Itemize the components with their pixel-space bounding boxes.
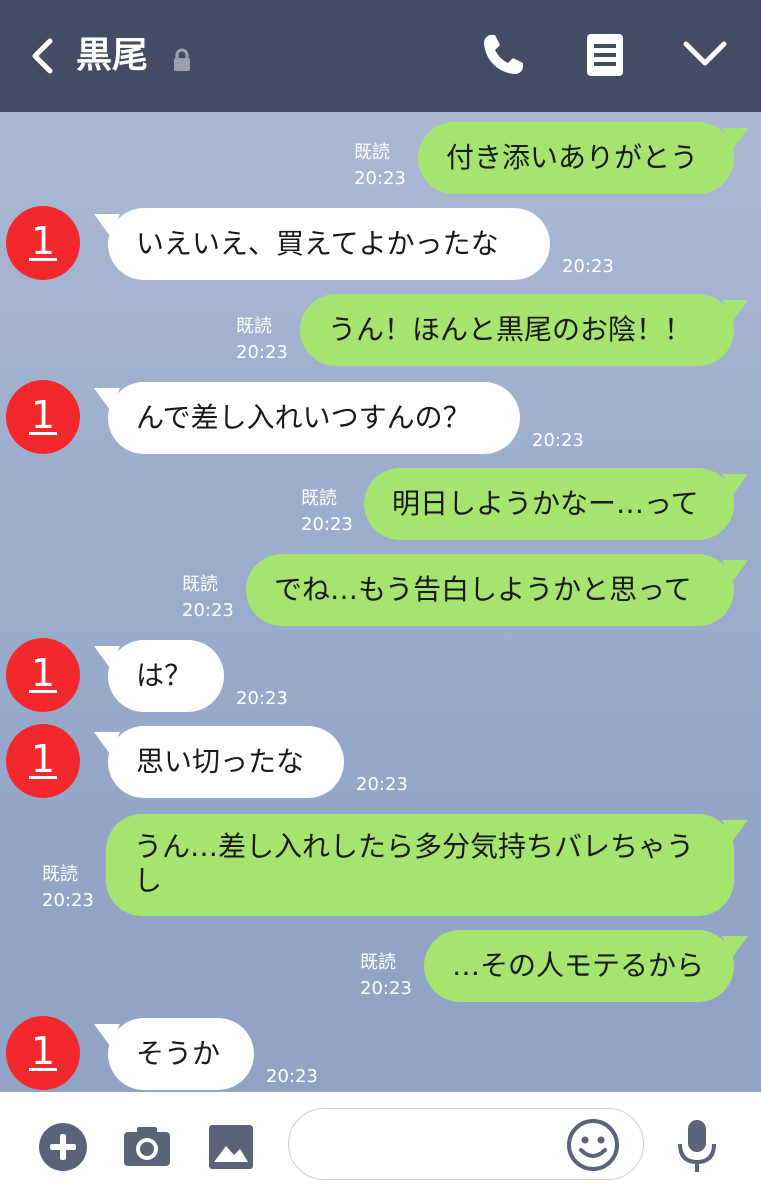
menu-icon[interactable] <box>580 30 630 80</box>
input-bar <box>0 1092 761 1200</box>
avatar[interactable]: 1 <box>6 1016 80 1090</box>
chat-area[interactable]: 既読 20:23 付き添いありがとう 1 いえいえ、買えてよかったな 20:23… <box>0 112 761 1092</box>
read-receipt: 既読 <box>354 142 390 163</box>
message-bubble-outgoing[interactable]: でね…もう告白しようかと思って <box>246 554 748 626</box>
read-receipt: 既読 <box>301 488 337 509</box>
message-bubble-incoming[interactable]: いえいえ、買えてよかったな <box>94 208 550 280</box>
message-time: 20:23 <box>236 688 288 709</box>
avatar[interactable]: 1 <box>6 724 80 798</box>
message-time: 20:23 <box>360 978 412 999</box>
message-time: 20:23 <box>301 514 353 535</box>
read-receipt: 既読 <box>182 574 218 595</box>
message-input[interactable] <box>288 1108 644 1180</box>
avatar[interactable]: 1 <box>6 206 80 280</box>
phone-icon[interactable] <box>478 30 528 80</box>
message-bubble-incoming[interactable]: んで差し入れいつすんの？ <box>94 382 520 454</box>
message-text: うん！ほんと黒尾のお陰！！ <box>328 313 693 346</box>
message-bubble-incoming[interactable]: 思い切ったな <box>94 726 344 798</box>
message-text: は？ <box>136 659 193 692</box>
chat-title: 黒尾 <box>76 35 149 76</box>
avatar[interactable]: 1 <box>6 638 80 712</box>
message-bubble-incoming[interactable]: は？ <box>94 640 224 712</box>
message-text: 明日しようかなー…って <box>392 487 699 520</box>
chat-header: 黒尾 <box>0 0 761 112</box>
message-bubble-outgoing[interactable]: うん！ほんと黒尾のお陰！！ <box>300 294 748 366</box>
image-icon[interactable] <box>206 1122 256 1172</box>
message-meta: 既読 20:23 <box>301 486 353 538</box>
message-text: でね…もう告白しようかと思って <box>274 573 692 606</box>
message-text: …その人モテるから <box>452 949 705 982</box>
message-text: 付き添いありがとう <box>446 141 699 174</box>
message-time: 20:23 <box>266 1066 318 1087</box>
smile-icon[interactable] <box>565 1117 621 1173</box>
message-text: 思い切ったな <box>136 745 305 778</box>
read-receipt: 既読 <box>236 316 272 337</box>
read-receipt: 既読 <box>42 864 78 885</box>
chevron-down-icon[interactable] <box>680 30 730 80</box>
message-time: 20:23 <box>562 256 614 277</box>
message-meta: 既読 20:23 <box>182 572 234 624</box>
lock-icon <box>174 48 190 71</box>
message-time: 20:23 <box>532 430 584 451</box>
microphone-icon[interactable] <box>672 1118 722 1176</box>
message-time: 20:23 <box>236 342 288 363</box>
message-bubble-outgoing[interactable]: 付き添いありがとう <box>418 122 748 194</box>
message-meta: 既読 20:23 <box>360 950 412 1002</box>
avatar[interactable]: 1 <box>6 380 80 454</box>
plus-icon[interactable] <box>38 1122 88 1172</box>
message-text: いえいえ、買えてよかったな <box>136 227 499 260</box>
message-text: んで差し入れいつすんの？ <box>136 401 471 434</box>
message-bubble-incoming[interactable]: そうか <box>94 1018 254 1090</box>
message-meta: 既読 20:23 <box>354 140 406 192</box>
back-icon[interactable] <box>28 38 56 74</box>
message-time: 20:23 <box>182 600 234 621</box>
message-text: そうか <box>136 1037 221 1070</box>
message-meta: 既読 20:23 <box>42 862 94 914</box>
message-bubble-outgoing[interactable]: …その人モテるから <box>424 930 748 1002</box>
message-time: 20:23 <box>42 890 94 911</box>
message-time: 20:23 <box>356 774 408 795</box>
camera-icon[interactable] <box>122 1122 172 1172</box>
message-meta: 既読 20:23 <box>236 314 288 366</box>
message-bubble-outgoing[interactable]: 明日しようかなー…って <box>364 468 748 540</box>
read-receipt: 既読 <box>360 952 396 973</box>
message-time: 20:23 <box>354 168 406 189</box>
message-text: うん…差し入れしたら多分気持ちバレちゃうし <box>134 830 695 897</box>
message-bubble-outgoing[interactable]: うん…差し入れしたら多分気持ちバレちゃうし <box>106 814 748 916</box>
